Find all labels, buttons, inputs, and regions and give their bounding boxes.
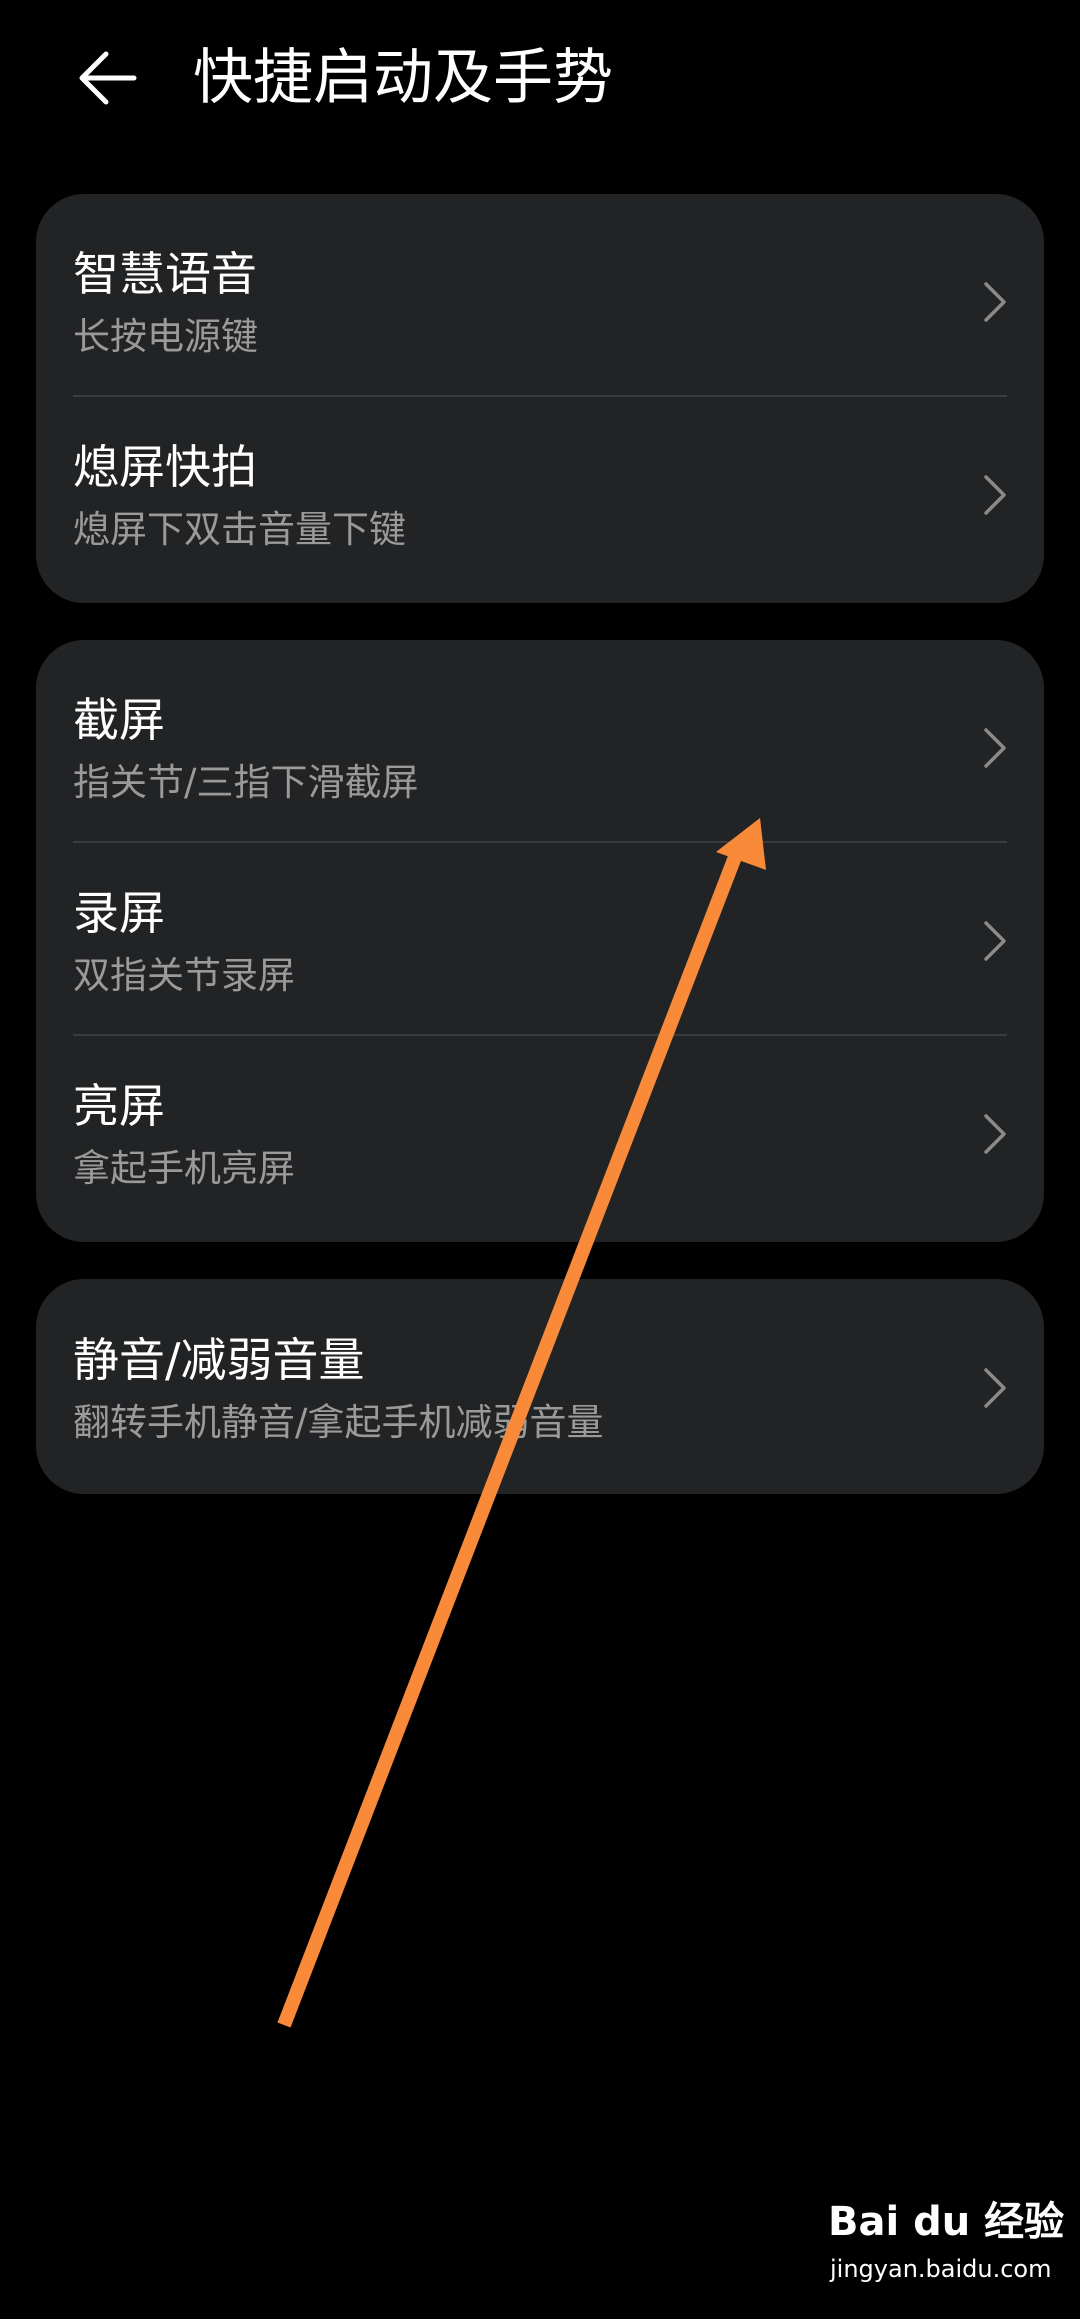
list-item-screenshot[interactable]: 截屏 指关节/三指下滑截屏 bbox=[36, 650, 1044, 843]
list-item-title: 静音/减弱音量 bbox=[73, 1333, 365, 1387]
list-item-screen-off-snapshot[interactable]: 熄屏快拍 熄屏下双击音量下键 bbox=[36, 397, 1044, 590]
list-item-title: 录屏 bbox=[73, 886, 165, 940]
list-item-subtitle: 翻转手机静音/拿起手机减弱音量 bbox=[73, 1401, 604, 1444]
list-item-subtitle: 双指关节录屏 bbox=[73, 954, 295, 997]
chevron-right-icon bbox=[984, 282, 1006, 322]
list-item-mute-reduce-volume[interactable]: 静音/减弱音量 翻转手机静音/拿起手机减弱音量 bbox=[36, 1290, 1044, 1483]
list-item-subtitle: 长按电源键 bbox=[73, 315, 258, 358]
list-item-subtitle: 熄屏下双击音量下键 bbox=[73, 508, 406, 551]
list-item-title: 智慧语音 bbox=[73, 247, 257, 301]
list-item-title: 熄屏快拍 bbox=[73, 440, 257, 494]
back-button[interactable] bbox=[70, 40, 146, 116]
list-item-smart-voice[interactable]: 智慧语音 长按电源键 bbox=[36, 204, 1044, 397]
list-item-title: 亮屏 bbox=[73, 1079, 165, 1133]
chevron-right-icon bbox=[984, 1114, 1006, 1154]
settings-group-mute: 静音/减弱音量 翻转手机静音/拿起手机减弱音量 bbox=[36, 1279, 1044, 1494]
page-title: 快捷启动及手势 bbox=[193, 43, 613, 113]
settings-group-voice: 智慧语音 长按电源键 熄屏快拍 熄屏下双击音量下键 bbox=[36, 194, 1044, 603]
chevron-right-icon bbox=[984, 728, 1006, 768]
chevron-right-icon bbox=[984, 1368, 1006, 1408]
list-item-screen-record[interactable]: 录屏 双指关节录屏 bbox=[36, 843, 1044, 1036]
chevron-right-icon bbox=[984, 475, 1006, 515]
chevron-right-icon bbox=[984, 921, 1006, 961]
arrow-left-icon bbox=[79, 51, 137, 105]
list-item-wake-screen[interactable]: 亮屏 拿起手机亮屏 bbox=[36, 1036, 1044, 1229]
settings-group-screen: 截屏 指关节/三指下滑截屏 录屏 双指关节录屏 亮屏 拿起手机亮屏 bbox=[36, 640, 1044, 1242]
list-item-subtitle: 指关节/三指下滑截屏 bbox=[73, 761, 419, 804]
header-bar: 快捷启动及手势 bbox=[0, 0, 1080, 150]
baidu-jingyan-logo: Bai du 经验 bbox=[828, 2199, 1065, 2245]
watermark: Bai du 经验 jingyan.baidu.com bbox=[828, 2198, 1068, 2298]
watermark-url: jingyan.baidu.com bbox=[830, 2255, 1052, 2283]
list-item-title: 截屏 bbox=[73, 693, 165, 747]
list-item-subtitle: 拿起手机亮屏 bbox=[73, 1147, 295, 1190]
